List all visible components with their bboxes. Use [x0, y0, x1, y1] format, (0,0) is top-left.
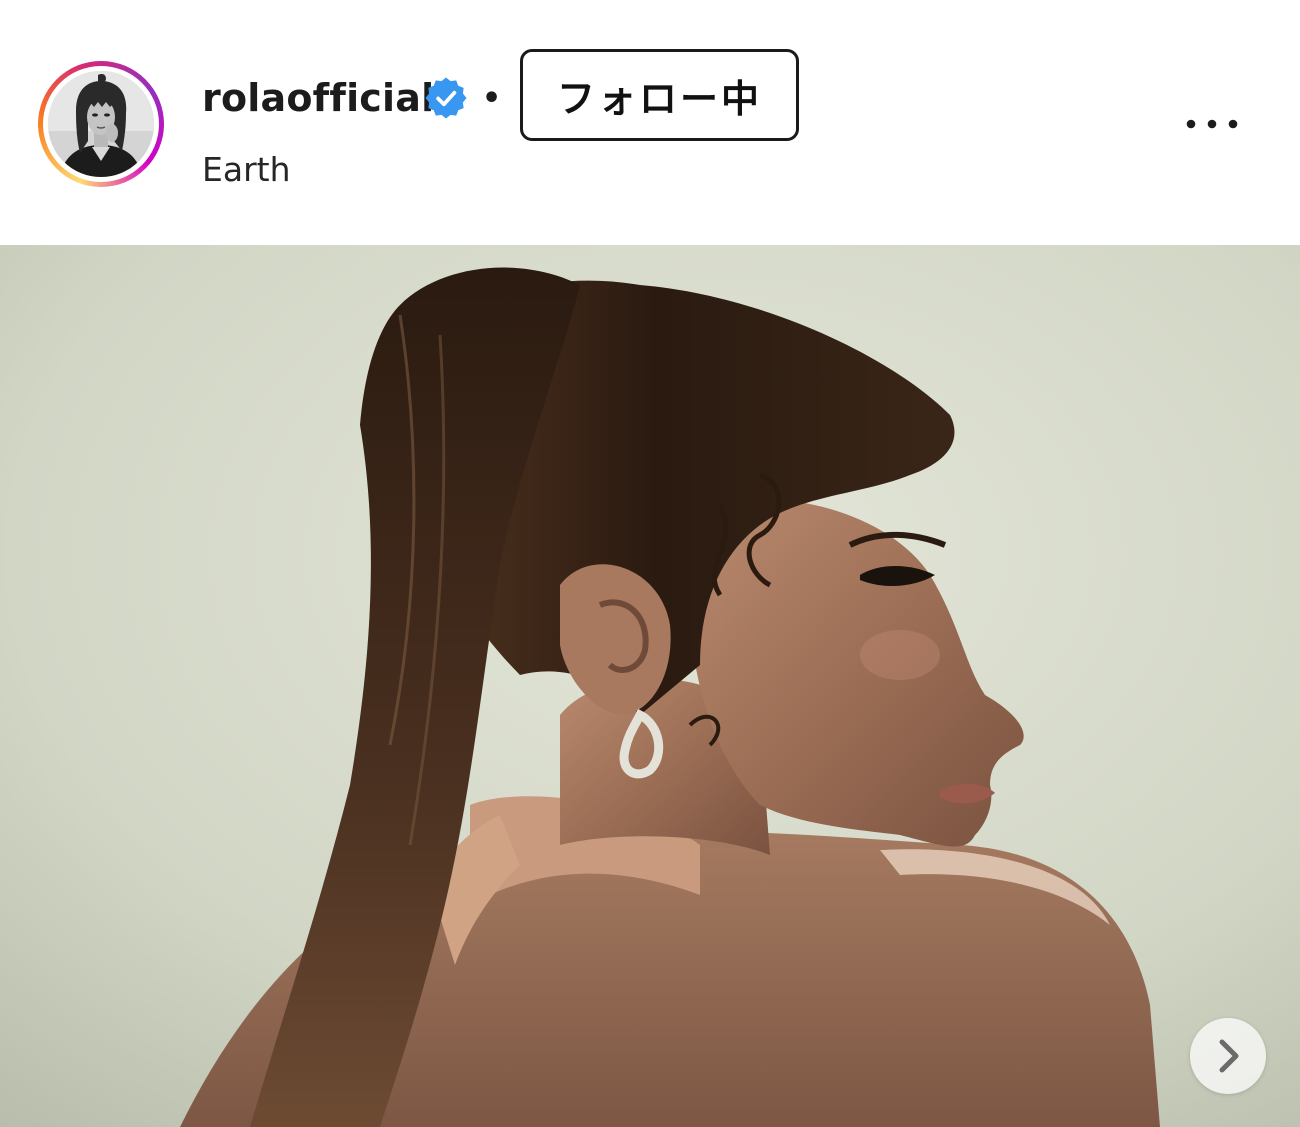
- instagram-post: rolaofficial • フォロー中 Earth: [0, 0, 1300, 1127]
- post-header: rolaofficial • フォロー中 Earth: [0, 0, 1300, 245]
- username[interactable]: rolaofficial: [202, 72, 434, 124]
- location-link[interactable]: Earth: [202, 150, 291, 190]
- avatar-photo: [48, 71, 154, 177]
- separator-dot: •: [482, 81, 502, 116]
- following-button-label: フォロー中: [556, 76, 762, 121]
- verified-badge-icon: [425, 77, 467, 119]
- post-photo[interactable]: [0, 245, 1300, 1127]
- more-options-icon[interactable]: [1184, 108, 1240, 140]
- avatar: [48, 71, 154, 177]
- story-ring[interactable]: [38, 61, 164, 187]
- portrait-photo: [0, 245, 1300, 1127]
- next-slide-button[interactable]: [1190, 1018, 1266, 1094]
- following-button[interactable]: フォロー中: [520, 49, 799, 141]
- chevron-right-icon: [1219, 1039, 1239, 1073]
